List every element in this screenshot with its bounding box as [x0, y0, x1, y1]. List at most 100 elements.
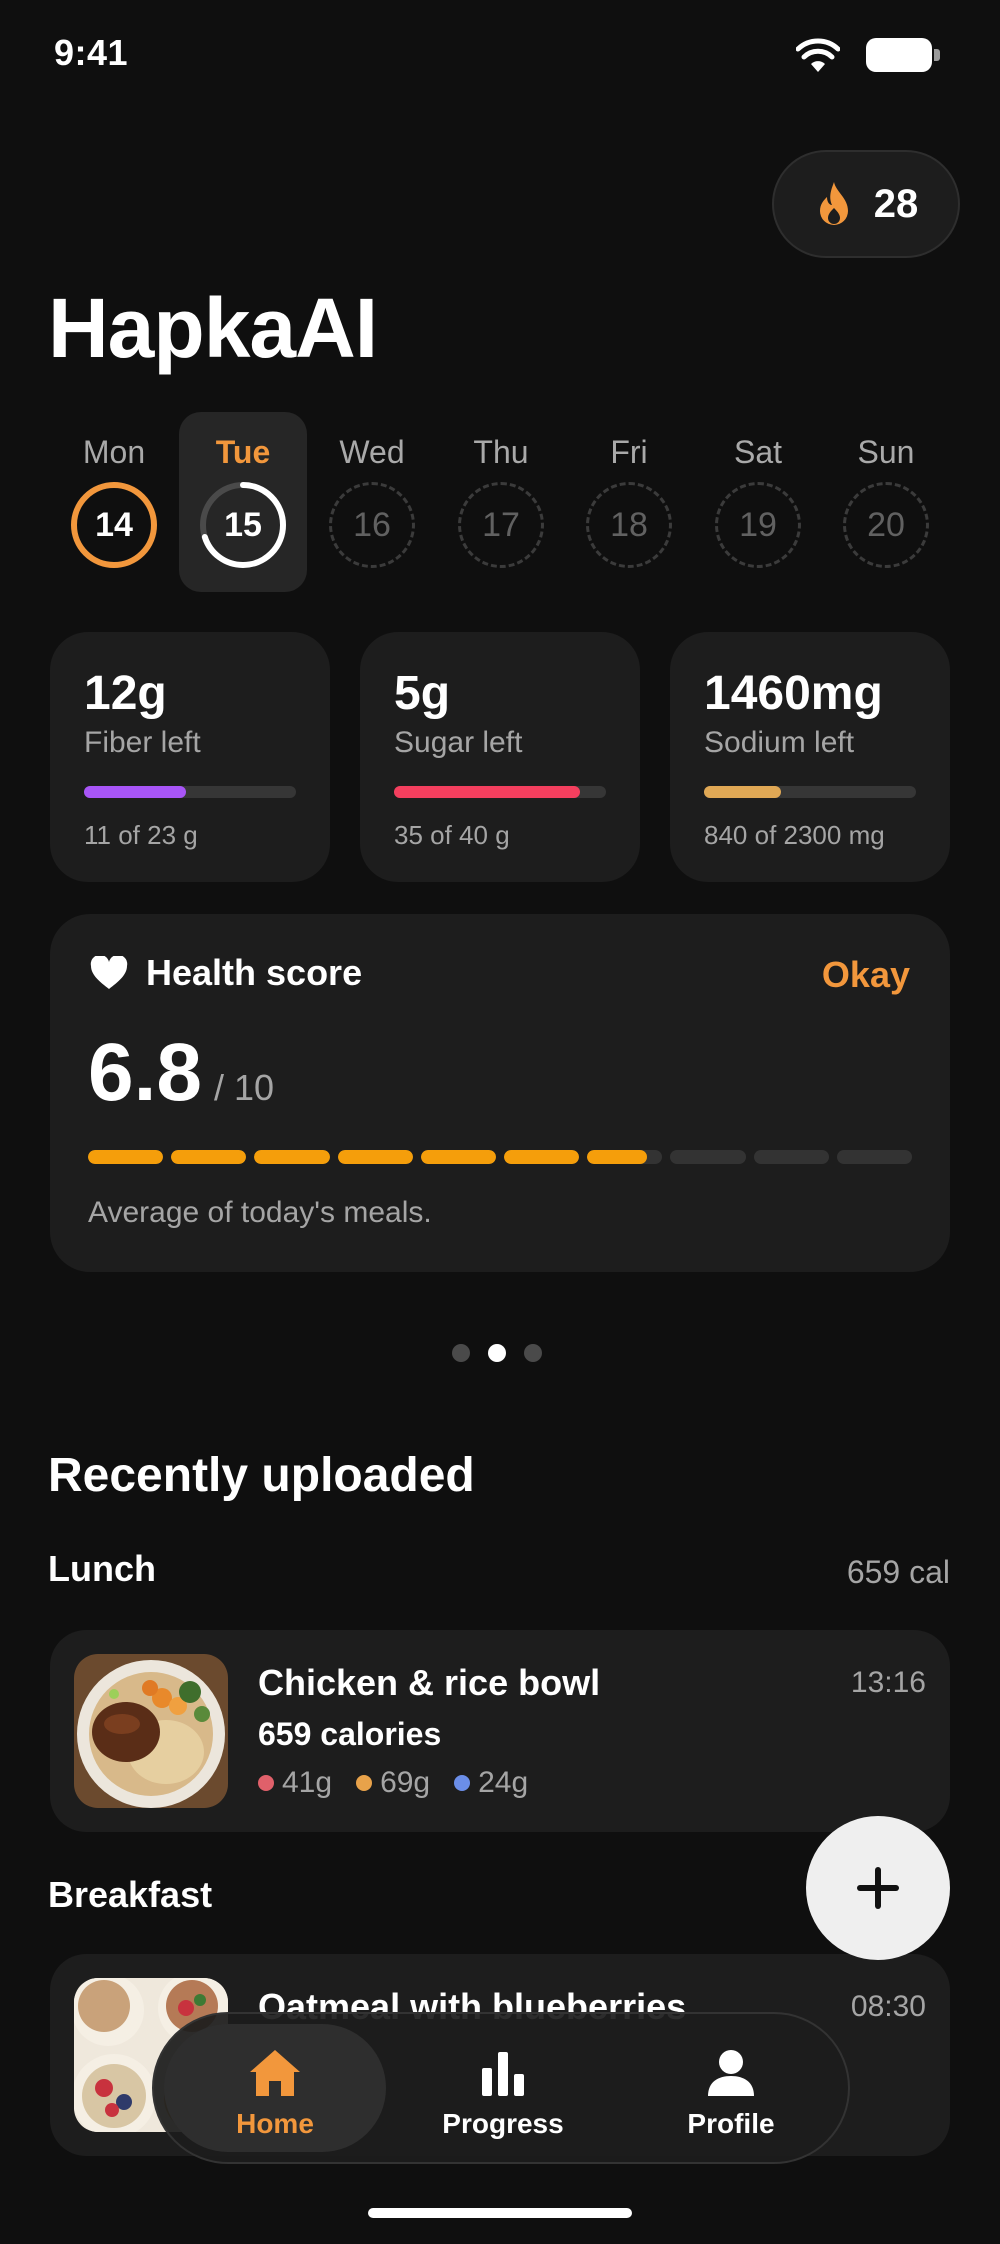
day-ring-future: 19 [715, 482, 801, 568]
day-sun[interactable]: Sun 20 [822, 412, 950, 592]
nav-label: Home [236, 2108, 314, 2139]
health-bar-segment-fill [337, 1150, 413, 1164]
health-score-value: 6.8 [88, 1027, 202, 1118]
nav-progress[interactable]: Progress [392, 2024, 614, 2152]
meal-macros: 41g 69g 24g [258, 1766, 528, 1800]
day-date: 20 [867, 505, 905, 544]
bottom-nav: Home Progress Profile [152, 2012, 850, 2164]
health-bar-segment [753, 1150, 829, 1164]
heart-icon [90, 956, 128, 989]
nutrient-detail: 840 of 2300 mg [704, 820, 885, 850]
macro-carbs: 69g [356, 1766, 430, 1800]
sugar-card[interactable]: 5g Sugar left 35 of 40 g [360, 632, 640, 882]
health-bar-segment [836, 1150, 913, 1164]
day-name: Sat [733, 434, 783, 470]
health-score-card[interactable]: Health score Okay 6.8 / 10 Average of to… [50, 914, 950, 1272]
macro-protein: 41g [258, 1766, 332, 1800]
day-ring-future: 20 [843, 482, 929, 568]
day-name: Fri [610, 434, 648, 470]
health-title-row: Health score [90, 952, 362, 994]
day-thu[interactable]: Thu 17 [437, 412, 565, 592]
streak-count: 28 [873, 181, 919, 226]
carbs-dot-icon [356, 1775, 373, 1791]
nutrient-label: Sodium left [704, 726, 855, 759]
nutrient-label: Sugar left [394, 726, 523, 759]
nav-home[interactable]: Home [164, 2024, 386, 2152]
health-note: Average of today's meals. [88, 1196, 432, 1229]
day-date: 17 [482, 505, 520, 544]
nutrient-label: Fiber left [84, 726, 201, 759]
day-name: Mon [82, 434, 146, 470]
meal-card-lunch[interactable]: Chicken & rice bowl 13:16 659 calories 4… [50, 1630, 950, 1832]
page-dot[interactable] [524, 1344, 542, 1362]
meal-group-calories: 659 cal [846, 1554, 950, 1590]
health-bar-segment [420, 1150, 497, 1164]
page-dot-active[interactable] [488, 1344, 506, 1362]
nutrient-progress-bar [704, 786, 916, 798]
day-ring-future: 16 [329, 482, 415, 568]
day-ring-future: 18 [586, 482, 672, 568]
meal-time: 08:30 [850, 1990, 926, 2023]
plus-icon [857, 1867, 899, 1909]
health-score-bar [88, 1150, 913, 1164]
fiber-card[interactable]: 12g Fiber left 11 of 23 g [50, 632, 330, 882]
nav-label: Progress [442, 2108, 564, 2139]
meal-calories: 659 calories [258, 1716, 442, 1752]
page-dot[interactable] [452, 1344, 470, 1362]
nutrient-value: 5g [394, 667, 451, 720]
health-bar-segment-fill [88, 1150, 164, 1164]
nav-label: Profile [687, 2108, 775, 2139]
health-bar-segment-fill [420, 1150, 497, 1164]
nav-profile[interactable]: Profile [620, 2024, 842, 2152]
protein-dot-icon [258, 1775, 274, 1791]
health-score-max: / 10 [214, 1067, 275, 1108]
sodium-card[interactable]: 1460mg Sodium left 840 of 2300 mg [670, 632, 950, 882]
page-indicator[interactable] [452, 1344, 552, 1364]
day-mon[interactable]: Mon 14 [50, 412, 178, 592]
day-date: 19 [739, 505, 777, 544]
meal-thumbnail [74, 1654, 228, 1808]
day-date: 14 [95, 505, 133, 544]
health-score: 6.8 / 10 [88, 1026, 274, 1120]
nutrient-progress-fill [704, 786, 782, 798]
nutrient-detail: 35 of 40 g [394, 820, 510, 850]
meal-group-label: Lunch [48, 1548, 156, 1589]
health-status: Okay [821, 954, 910, 995]
nutrient-progress-bar [394, 786, 606, 798]
day-tue[interactable]: Tue 15 [179, 412, 307, 592]
day-fri[interactable]: Fri 18 [565, 412, 693, 592]
person-icon [708, 2050, 754, 2096]
health-bar-segment [337, 1150, 413, 1164]
health-bar-segment [88, 1150, 164, 1164]
day-ring-progress: 15 [200, 482, 286, 568]
nutrient-progress-fill [84, 786, 186, 798]
health-bar-segment [504, 1150, 580, 1164]
nutrient-value: 12g [84, 667, 167, 720]
day-sat[interactable]: Sat 19 [694, 412, 822, 592]
day-date: 15 [224, 505, 262, 544]
macro-fat: 24g [454, 1766, 528, 1800]
add-meal-button[interactable] [806, 1816, 950, 1960]
flame-icon [819, 182, 848, 225]
meal-name: Chicken & rice bowl [258, 1662, 601, 1703]
day-name: Tue [215, 434, 271, 470]
day-wed[interactable]: Wed 16 [308, 412, 436, 592]
streak-badge[interactable]: 28 [772, 150, 960, 258]
nutrient-detail: 11 of 23 g [84, 820, 198, 850]
week-selector: Mon 14 Tue 15 Wed 16 Thu 17 Fri 18 Sat 1… [50, 412, 950, 592]
home-indicator[interactable] [368, 2208, 632, 2218]
meal-group-label: Breakfast [48, 1874, 213, 1915]
home-icon [250, 2050, 300, 2096]
nutrient-progress-fill [394, 786, 580, 798]
nutrient-progress-bar [84, 786, 296, 798]
health-bar-segment-fill [254, 1150, 330, 1164]
health-bar-segment [254, 1150, 330, 1164]
day-date: 16 [353, 505, 391, 544]
health-bar-segment-fill [587, 1150, 648, 1164]
battery-icon [866, 38, 940, 72]
health-bar-segment [670, 1150, 746, 1164]
fat-dot-icon [454, 1775, 471, 1791]
status-time: 9:41 [54, 32, 129, 73]
day-name: Sun [857, 434, 915, 470]
section-title: Recently uploaded [48, 1449, 475, 1502]
